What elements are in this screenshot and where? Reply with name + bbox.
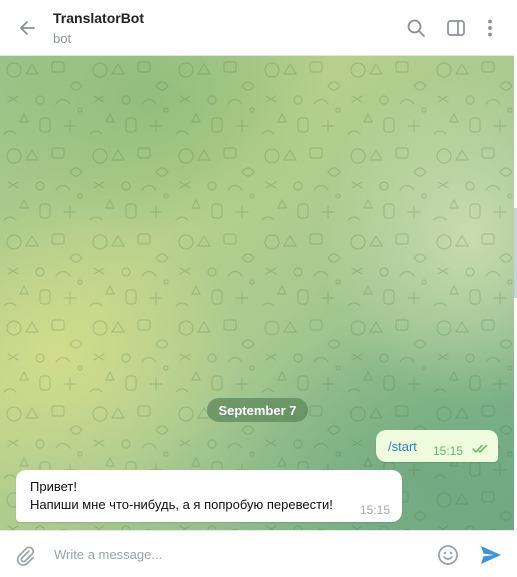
message-composer — [0, 530, 514, 577]
incoming-message-line-2: Напиши мне что-нибудь, а я попробую пере… — [30, 497, 333, 512]
search-icon — [407, 19, 425, 37]
back-arrow-icon — [20, 21, 35, 35]
send-icon — [481, 546, 501, 564]
outgoing-message[interactable]: /start 15:15 — [376, 430, 498, 462]
paperclip-icon — [16, 546, 35, 566]
incoming-message[interactable]: Привет! Напиши мне что-нибудь, а я попро… — [16, 470, 402, 522]
date-separator: September 7 — [207, 398, 308, 422]
chat-title[interactable]: TranslatorBot — [53, 10, 144, 26]
search-button[interactable] — [400, 12, 432, 44]
send-button[interactable] — [475, 539, 507, 571]
back-button[interactable] — [12, 12, 44, 44]
incoming-message-time: 15:15 — [360, 503, 391, 517]
chat-subtitle: bot — [53, 31, 72, 46]
more-vertical-icon — [488, 19, 492, 37]
outgoing-message-time: 15:15 — [433, 444, 464, 458]
more-button[interactable] — [474, 12, 506, 44]
sidebar-toggle-button[interactable] — [440, 12, 472, 44]
outgoing-message-text[interactable]: /start — [388, 439, 417, 454]
message-input[interactable] — [48, 541, 418, 567]
sidebar-toggle-icon — [447, 20, 465, 36]
chat-window: TranslatorBot bot September 7 /start 15:… — [0, 0, 514, 577]
attach-button[interactable] — [10, 540, 40, 570]
double-check-icon — [472, 444, 488, 453]
emoji-button[interactable] — [433, 540, 463, 570]
chat-header: TranslatorBot bot — [0, 0, 514, 56]
emoji-icon — [438, 545, 458, 565]
message-area[interactable]: September 7 /start 15:15 Привет! Напиши … — [0, 56, 514, 530]
incoming-message-line-1: Привет! — [30, 479, 77, 494]
